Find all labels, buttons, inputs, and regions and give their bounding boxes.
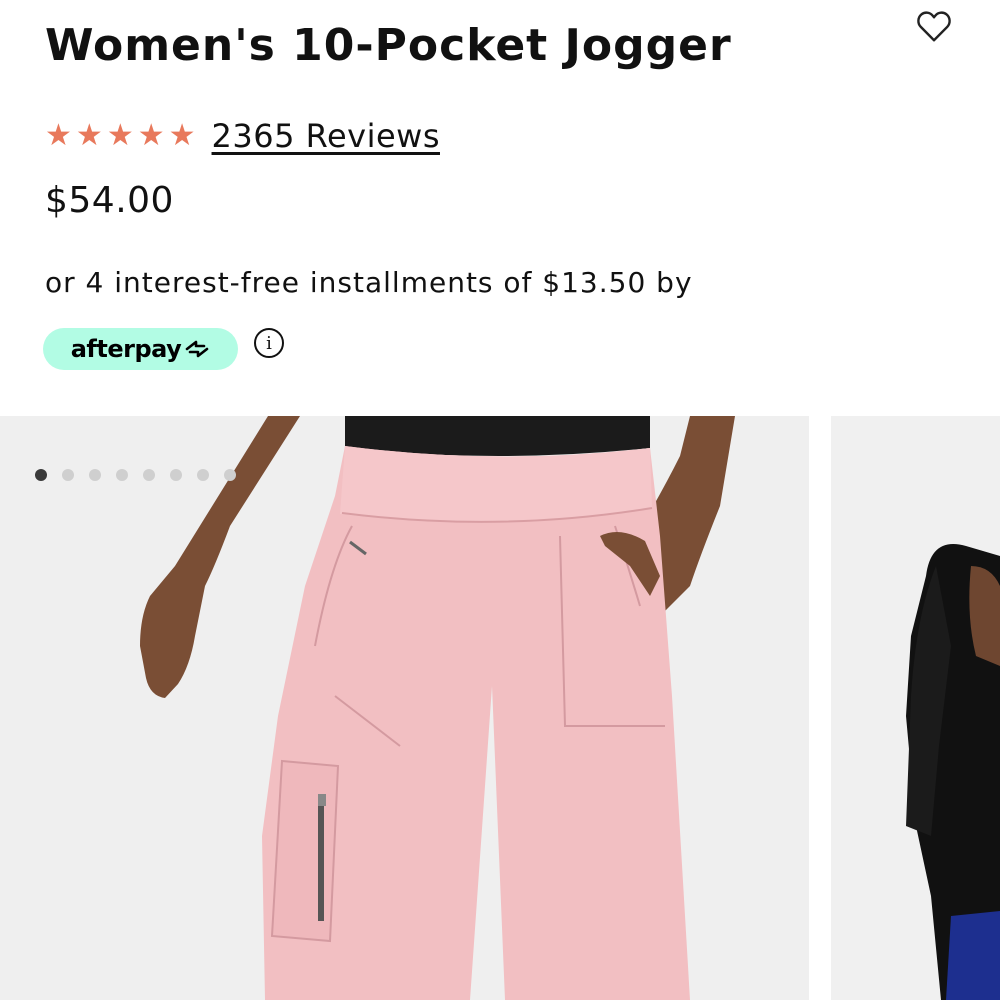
carousel-dot[interactable]	[89, 469, 101, 481]
carousel-dot[interactable]	[224, 469, 236, 481]
info-icon[interactable]: i	[254, 328, 284, 358]
afterpay-badge[interactable]: afterpay	[43, 328, 238, 370]
product-price: $54.00	[45, 180, 174, 221]
model-side-photo	[831, 416, 1000, 1000]
product-title: Women's 10-Pocket Jogger	[45, 20, 732, 71]
carousel-dot[interactable]	[197, 469, 209, 481]
carousel-dot[interactable]	[62, 469, 74, 481]
rating-row: ★ ★ ★ ★ ★ 2365 Reviews	[45, 116, 440, 156]
heart-outline-icon	[917, 11, 951, 42]
star-rating: ★ ★ ★ ★ ★	[45, 116, 196, 156]
favorite-button[interactable]	[912, 4, 956, 48]
afterpay-wordmark: afterpay	[70, 335, 182, 363]
carousel-dot[interactable]	[170, 469, 182, 481]
product-image-main[interactable]	[0, 416, 809, 1000]
carousel-dot[interactable]	[116, 469, 128, 481]
star-icon: ★	[45, 118, 72, 153]
star-icon: ★	[168, 118, 196, 153]
star-icon: ★	[106, 118, 134, 153]
carousel-dot[interactable]	[143, 469, 155, 481]
star-icon: ★	[137, 118, 165, 153]
reviews-link[interactable]: 2365 Reviews	[212, 116, 440, 156]
carousel-dot[interactable]	[35, 469, 47, 481]
carousel-dots	[35, 469, 236, 481]
star-icon: ★	[75, 118, 103, 153]
jogger-photo	[0, 416, 809, 1000]
product-image-next[interactable]	[831, 416, 1000, 1000]
afterpay-arrows-icon	[184, 339, 210, 359]
installment-text: or 4 interest-free installments of $13.5…	[45, 266, 693, 299]
